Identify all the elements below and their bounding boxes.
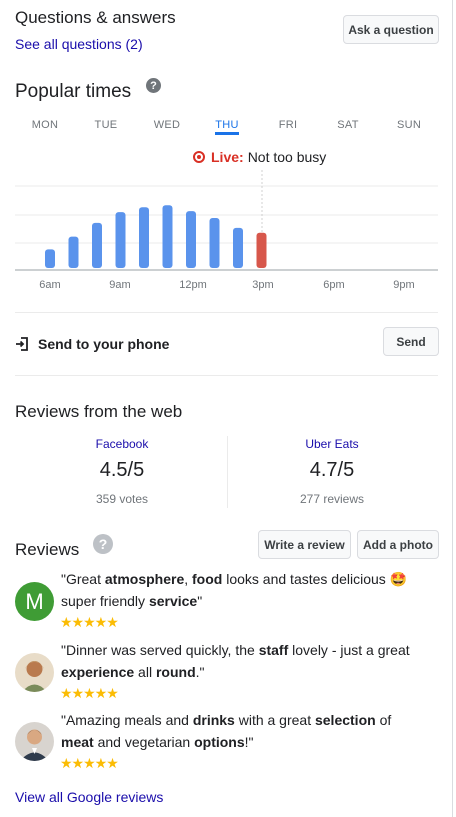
divider bbox=[15, 375, 438, 376]
review-text: "Great atmosphere, food looks and tastes… bbox=[61, 568, 421, 612]
divider bbox=[15, 312, 438, 313]
chart-bar-6am[interactable] bbox=[45, 249, 55, 268]
chart-bar-9am[interactable] bbox=[115, 212, 126, 268]
x-tick-label: 6pm bbox=[323, 279, 345, 291]
x-tick-label: 6am bbox=[39, 279, 61, 291]
web-reviews-title: Reviews from the web bbox=[15, 402, 183, 421]
avatar[interactable] bbox=[15, 653, 54, 692]
review-fragment: "Dinner was served quickly, the bbox=[61, 642, 259, 658]
ubereats-reviews: 277 reviews bbox=[299, 492, 365, 506]
review-keyword: food bbox=[192, 571, 223, 587]
star-rating: ★★★★★ bbox=[60, 685, 119, 701]
question-circle-icon[interactable]: ? bbox=[93, 534, 113, 554]
review-fragment: !" bbox=[244, 734, 254, 750]
avatar[interactable]: M bbox=[15, 582, 54, 621]
x-tick-label: 9pm bbox=[393, 279, 415, 291]
review-fragment: and vegetarian bbox=[93, 734, 195, 750]
star-rating: ★★★★★ bbox=[60, 614, 119, 630]
avatar-letter: M bbox=[25, 588, 44, 614]
chart-bar-8am[interactable] bbox=[92, 222, 102, 268]
review-keyword: atmosphere bbox=[104, 571, 185, 587]
chart-bar-3pm[interactable] bbox=[256, 232, 267, 268]
chart-bar-7am[interactable] bbox=[68, 236, 79, 268]
review-text: "Dinner was served quickly, the staff lo… bbox=[61, 639, 421, 683]
see-all-questions-link[interactable]: See all questions (2) bbox=[15, 36, 143, 52]
question-circle-icon[interactable]: ? bbox=[146, 78, 161, 93]
avatar-photo bbox=[15, 653, 54, 692]
chart-bar-2pm[interactable] bbox=[233, 227, 243, 268]
facebook-votes: 359 votes bbox=[95, 492, 149, 506]
review-fragment: super friendly bbox=[61, 593, 149, 609]
review-fragment: of bbox=[375, 712, 392, 728]
review-keyword: selection bbox=[314, 712, 376, 728]
review-keyword: drinks bbox=[192, 712, 235, 728]
reviews-title: Reviews bbox=[15, 540, 80, 559]
send-to-phone-label: Send to your phone bbox=[38, 336, 170, 352]
star-rating: ★★★★★ bbox=[60, 755, 119, 771]
review-fragment: ." bbox=[195, 664, 205, 680]
review-fragment: lovely - just a great bbox=[288, 642, 410, 658]
place-panel: Questions & answers See all questions (2… bbox=[0, 0, 453, 817]
review-keyword: experience bbox=[61, 664, 135, 680]
facebook-score: 4.5/5 bbox=[99, 459, 145, 481]
x-tick-label: 12pm bbox=[179, 279, 207, 291]
chart-bar-1pm[interactable] bbox=[209, 218, 220, 268]
review-fragment: "Amazing meals and bbox=[61, 712, 193, 728]
popular-times-chart bbox=[15, 170, 438, 271]
view-all-reviews-link[interactable]: View all Google reviews bbox=[15, 789, 163, 805]
ubereats-score: 4.7/5 bbox=[309, 459, 355, 481]
popular-times-title: Popular times bbox=[15, 81, 132, 102]
star-struck-emoji-icon: 🤩 bbox=[389, 571, 408, 587]
ubereats-link[interactable]: Uber Eats bbox=[227, 437, 437, 451]
chart-bar-10am[interactable] bbox=[139, 207, 149, 268]
facebook-link[interactable]: Facebook bbox=[17, 437, 227, 451]
review-keyword: service bbox=[148, 593, 198, 609]
add-photo-button[interactable]: Add a photo bbox=[357, 530, 439, 559]
review-fragment: looks and tastes delicious bbox=[222, 571, 390, 587]
review-keyword: staff bbox=[258, 642, 289, 658]
review-fragment: , bbox=[184, 571, 193, 587]
chart-bar-12pm[interactable] bbox=[186, 211, 196, 268]
write-review-button[interactable]: Write a review bbox=[258, 530, 351, 559]
ask-question-button[interactable]: Ask a question bbox=[343, 15, 439, 44]
review-keyword: options bbox=[194, 734, 245, 750]
send-button[interactable]: Send bbox=[383, 327, 439, 356]
review-keyword: meat bbox=[61, 734, 94, 750]
review-fragment: all bbox=[134, 664, 156, 680]
avatar[interactable] bbox=[15, 722, 54, 761]
avatar-photo bbox=[15, 722, 54, 761]
review-fragment: " bbox=[197, 593, 203, 609]
review-fragment: with a great bbox=[234, 712, 315, 728]
review-fragment: "Great bbox=[61, 571, 105, 587]
chart-bar-11am[interactable] bbox=[162, 205, 173, 268]
qa-title: Questions & answers bbox=[15, 8, 176, 27]
send-to-phone-row[interactable]: Send to your phone bbox=[15, 336, 169, 352]
review-keyword: round bbox=[155, 664, 196, 680]
review-text: "Amazing meals and drinks with a great s… bbox=[61, 709, 421, 753]
x-tick-label: 9am bbox=[109, 279, 131, 291]
send-to-phone-icon bbox=[16, 337, 28, 351]
x-tick-label: 3pm bbox=[252, 279, 274, 291]
